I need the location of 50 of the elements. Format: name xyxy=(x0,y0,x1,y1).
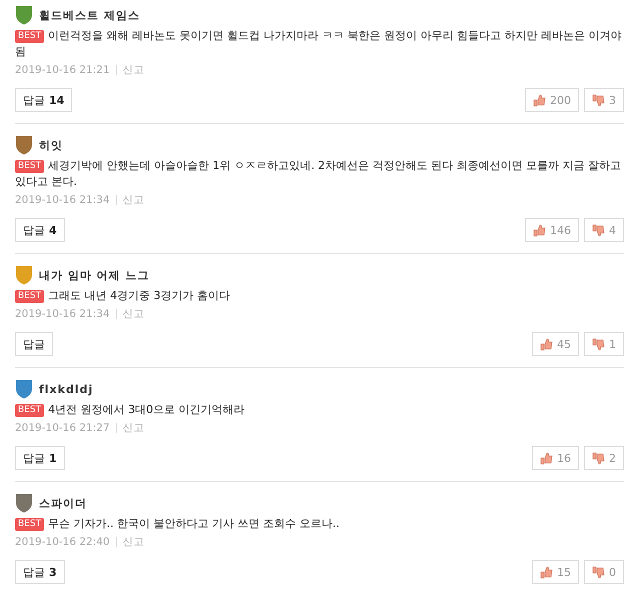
thumbs-down-icon xyxy=(592,566,605,578)
dislike-button[interactable]: 3 xyxy=(584,88,624,112)
best-tag: BEST xyxy=(15,518,44,531)
thumbs-down-icon xyxy=(592,338,605,350)
best-tag: BEST xyxy=(15,404,44,417)
comment-date: 2019-10-16 21:27 xyxy=(15,422,110,434)
report-link[interactable]: 신고 xyxy=(122,307,145,321)
dislike-button[interactable]: 0 xyxy=(584,560,624,584)
comment-date: 2019-10-16 21:21 xyxy=(15,64,110,76)
like-button[interactable]: 146 xyxy=(525,218,579,242)
reply-button[interactable]: 답글 14 xyxy=(15,88,72,112)
dislike-button[interactable]: 2 xyxy=(584,446,624,470)
author-name[interactable]: 스파이더 xyxy=(39,496,87,510)
thumbs-down-icon xyxy=(592,94,605,106)
author-name[interactable]: flxkdldj xyxy=(39,382,94,396)
comment-text: BEST 이런걱정을 왜해 레바논도 못이기면 휠드컵 나가지마라 ㅋㅋ 북한은 원정이 아무리 힘들다고 하지만 레바논은 이겨야됨 xyxy=(15,28,623,60)
thumbs-up-icon xyxy=(540,566,553,578)
thumbs-up-icon xyxy=(533,94,546,106)
reply-button[interactable]: 답글 4 xyxy=(15,218,65,242)
thumbs-up-icon xyxy=(540,338,553,350)
comment-date: 2019-10-16 21:34 xyxy=(15,308,110,320)
like-button[interactable]: 16 xyxy=(532,446,579,470)
best-tag: BEST xyxy=(15,290,44,303)
like-button[interactable]: 45 xyxy=(532,332,579,356)
best-tag: BEST xyxy=(15,160,44,173)
dislike-button[interactable]: 1 xyxy=(584,332,624,356)
thumbs-down-icon xyxy=(592,452,605,464)
comment-text: BEST 세경기박에 안했는데 아슬아슬한 1위 ㅇㅈㄹ하고있네. 2차예선은 걱정안해도 된다 최종예선이면 모를까 지금 잘하고 있다고 본다. xyxy=(15,158,622,190)
report-link[interactable]: 신고 xyxy=(122,535,145,549)
dislike-button[interactable]: 4 xyxy=(584,218,624,242)
like-button[interactable]: 15 xyxy=(532,560,579,584)
comment-date: 2019-10-16 21:34 xyxy=(15,194,110,206)
reply-button[interactable]: 답글 3 xyxy=(15,560,65,584)
best-tag: BEST xyxy=(15,30,44,43)
reply-button[interactable]: 답글 xyxy=(15,332,53,356)
comment-text: BEST 무슨 기자가.. 한국이 불안하다고 기사 쓰면 조회수 오르나.. xyxy=(15,516,624,532)
comment-text: BEST 그래도 내년 4경기중 3경기가 홈이다 xyxy=(15,288,624,304)
author-name[interactable]: 히잇 xyxy=(39,138,63,152)
like-button[interactable]: 200 xyxy=(525,88,579,112)
author-name[interactable]: 휠드베스트 제임스 xyxy=(39,8,140,22)
thumbs-up-icon xyxy=(540,452,553,464)
thumbs-up-icon xyxy=(533,224,546,236)
report-link[interactable]: 신고 xyxy=(122,63,145,77)
comment-text: BEST 4년전 원정에서 3대0으로 이긴기억해라 xyxy=(15,402,624,418)
report-link[interactable]: 신고 xyxy=(122,193,145,207)
reply-button[interactable]: 답글 1 xyxy=(15,446,65,470)
comment-date: 2019-10-16 22:40 xyxy=(15,536,110,548)
report-link[interactable]: 신고 xyxy=(122,421,145,435)
thumbs-down-icon xyxy=(592,224,605,236)
author-name[interactable]: 내가 임마 어제 느그 xyxy=(39,268,150,282)
